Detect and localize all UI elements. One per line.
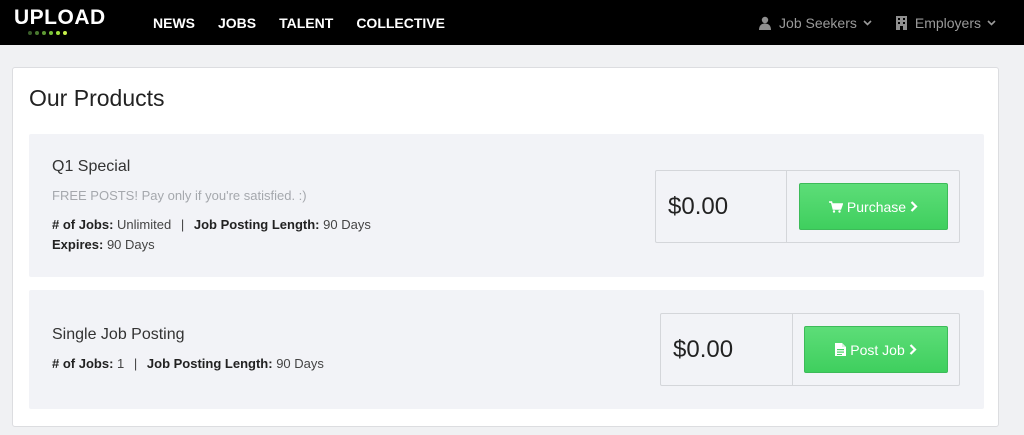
page-title: Our Products — [29, 85, 165, 111]
product-expires-line: Expires: 90 Days — [52, 237, 155, 252]
logo-dot — [35, 31, 39, 35]
logo-dot — [56, 31, 60, 35]
product-price: $0.00 — [673, 335, 734, 363]
posting-length-label: Job Posting Length: — [146, 356, 273, 371]
product-description: FREE POSTS! Pay only if you're satisfied… — [52, 188, 307, 203]
employers-menu[interactable]: Employers — [895, 14, 1004, 31]
jobs-value: 1 — [117, 356, 125, 371]
posting-length-value: 90 Days — [323, 217, 371, 232]
chevron-down-icon — [987, 19, 996, 26]
product-name: Single Job Posting — [52, 326, 185, 343]
top-navbar: UPLOAD NEWS JOBS TALENT COLLECTIVE Job S… — [0, 0, 1024, 45]
jobs-label: # of Jobs: — [52, 217, 114, 232]
posting-length-value: 90 Days — [276, 356, 324, 371]
product-name: Q1 Special — [52, 158, 131, 175]
products-panel: Our Products Q1 Special FREE POSTS! Pay … — [12, 67, 999, 427]
nav-talent[interactable]: TALENT — [279, 15, 333, 31]
upload-logo[interactable]: UPLOAD — [14, 6, 120, 36]
product-price: $0.00 — [668, 192, 729, 220]
user-icon — [759, 16, 772, 30]
purchase-button[interactable]: Purchase — [799, 183, 948, 230]
expires-value: 90 Days — [106, 237, 155, 252]
main-nav: NEWS JOBS TALENT COLLECTIVE — [153, 0, 468, 45]
job-seekers-label: Job Seekers — [779, 14, 857, 31]
employers-label: Employers — [914, 14, 981, 31]
job-seekers-menu[interactable]: Job Seekers — [759, 15, 880, 31]
logo-dot — [28, 31, 32, 35]
logo-dots — [28, 31, 120, 35]
nav-account-menus: Job Seekers Employers — [743, 0, 1004, 45]
meta-separator: | — [133, 356, 138, 371]
chevron-down-icon — [863, 19, 872, 26]
nav-jobs[interactable]: JOBS — [218, 15, 256, 31]
post-job-button-label: Post Job — [850, 341, 905, 358]
meta-separator: | — [180, 217, 185, 232]
building-icon — [895, 15, 907, 30]
jobs-label: # of Jobs: — [52, 356, 114, 371]
price-divider — [786, 171, 787, 242]
product-card-q1-special: Q1 Special FREE POSTS! Pay only if you'r… — [29, 134, 984, 277]
document-icon — [835, 343, 847, 356]
logo-dot — [42, 31, 46, 35]
price-divider — [792, 314, 793, 385]
post-job-button[interactable]: Post Job — [804, 326, 948, 373]
product-card-single-job-posting: Single Job Posting # of Jobs: 1 | Job Po… — [29, 290, 984, 409]
logo-dot — [63, 31, 67, 35]
chevron-right-icon — [909, 344, 917, 355]
logo-dot — [49, 31, 53, 35]
price-purchase-box: $0.00 Purchase — [655, 170, 960, 243]
price-purchase-box: $0.00 Post Job — [660, 313, 960, 386]
chevron-right-icon — [910, 201, 918, 212]
product-meta-line: # of Jobs: Unlimited | Job Posting Lengt… — [52, 217, 371, 232]
logo-text: UPLOAD — [14, 6, 106, 29]
nav-news[interactable]: NEWS — [153, 15, 195, 31]
product-meta-line: # of Jobs: 1 | Job Posting Length: 90 Da… — [52, 356, 324, 371]
expires-label: Expires: — [52, 237, 104, 252]
posting-length-label: Job Posting Length: — [193, 217, 320, 232]
nav-collective[interactable]: COLLECTIVE — [356, 15, 445, 31]
purchase-button-label: Purchase — [846, 198, 907, 215]
shopping-cart-icon — [828, 200, 843, 213]
jobs-value: Unlimited — [117, 217, 172, 232]
